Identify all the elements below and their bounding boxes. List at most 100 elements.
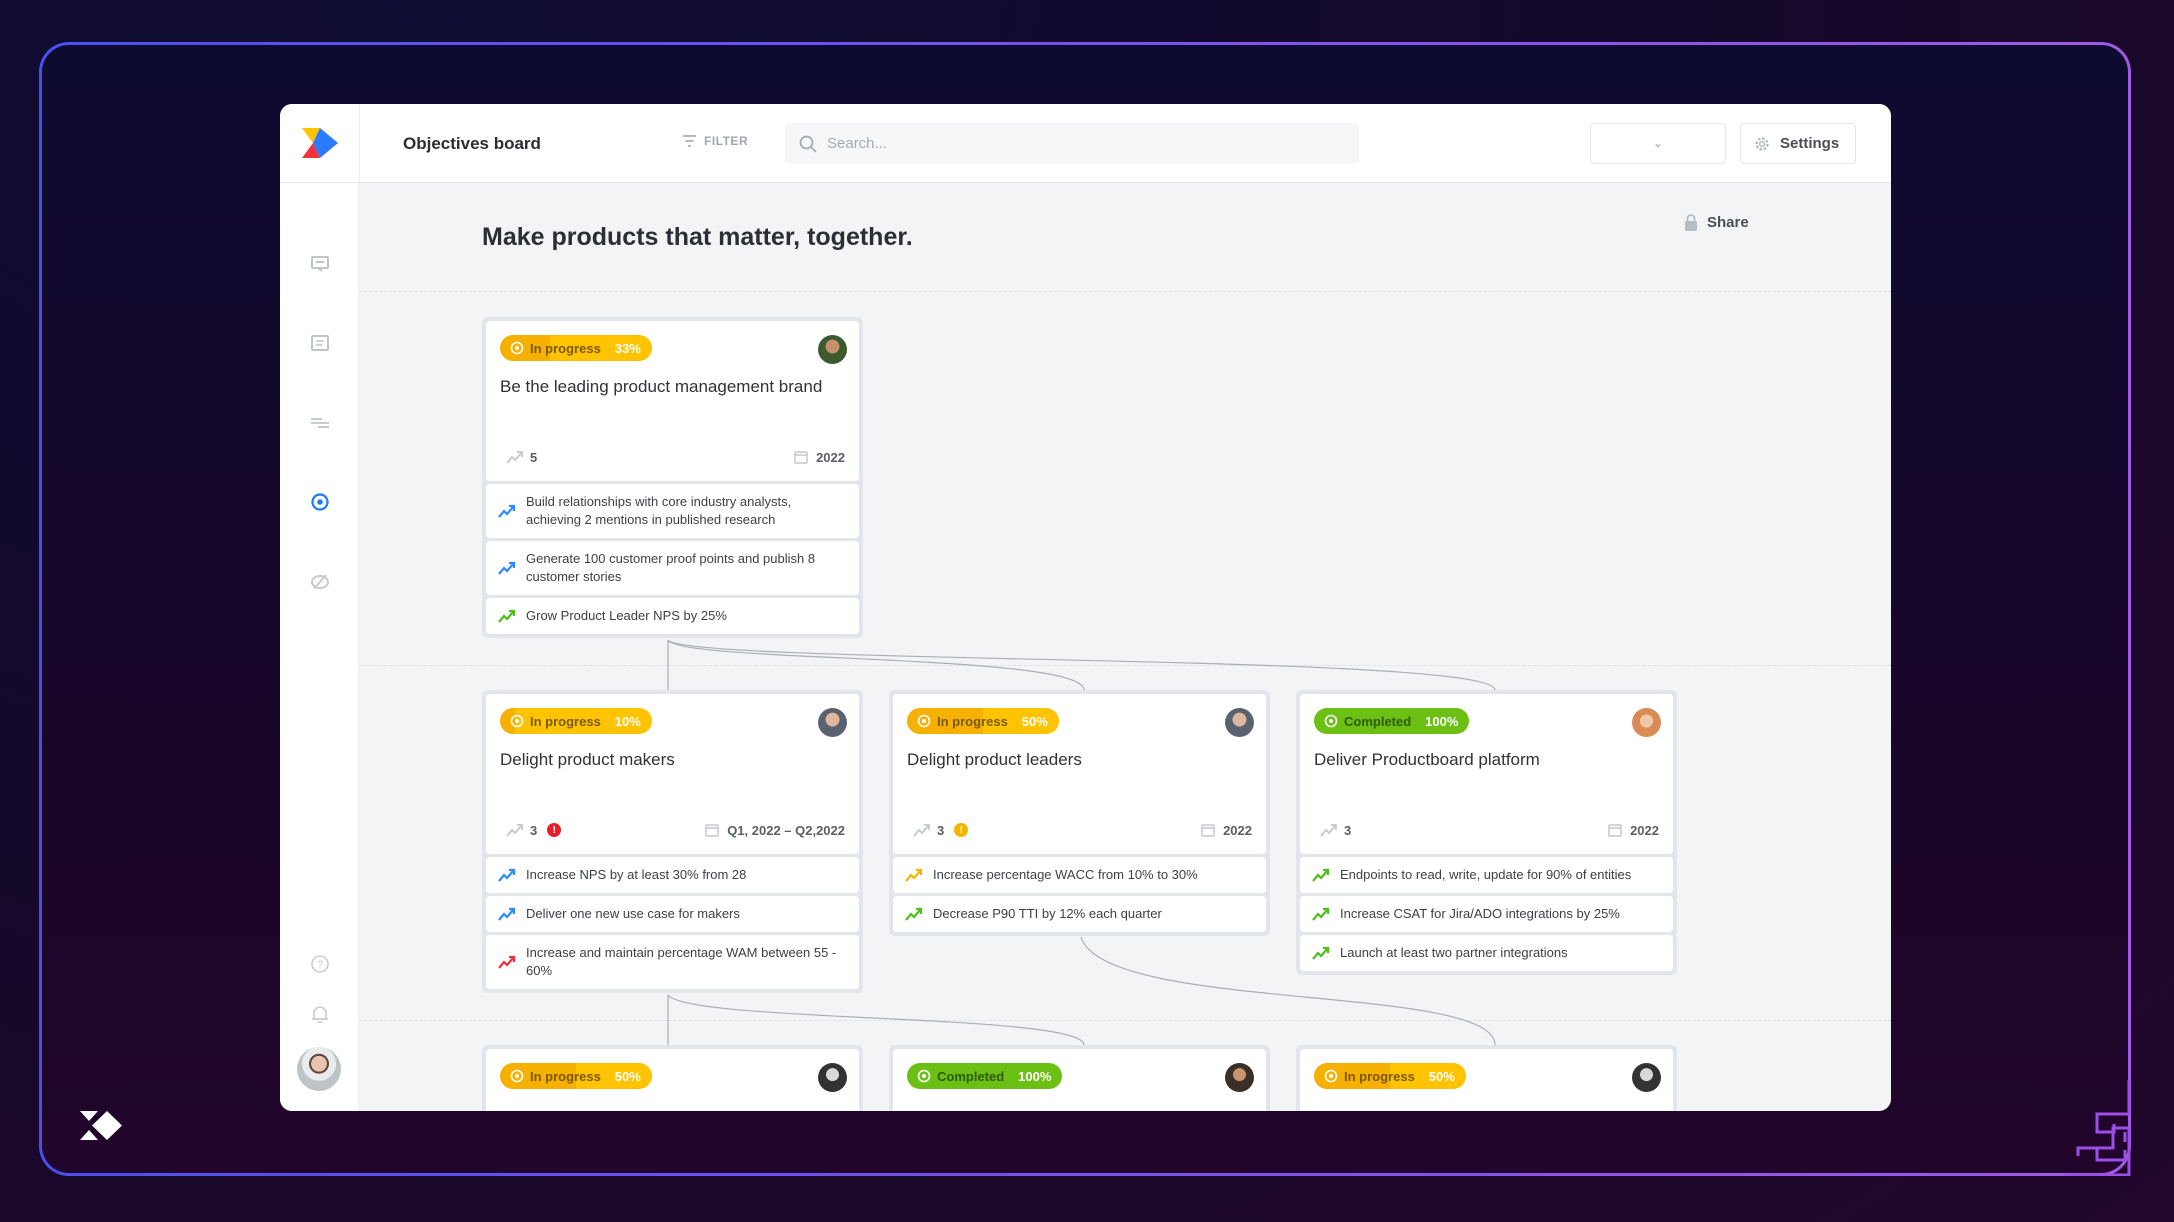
key-results-count[interactable]: 3 bbox=[1320, 823, 1351, 838]
status-badge[interactable]: In progress 33% bbox=[500, 335, 652, 361]
search-box[interactable] bbox=[785, 123, 1359, 164]
timeframe[interactable]: 2022 bbox=[1608, 823, 1659, 838]
key-result-text: Endpoints to read, write, update for 90%… bbox=[1340, 867, 1632, 882]
objective-card-main[interactable]: In progress 50% Delight product leaders … bbox=[893, 694, 1266, 854]
key-result-text: Build relationships with core industry a… bbox=[526, 494, 792, 527]
status-percent: 50% bbox=[614, 1068, 641, 1084]
owner-avatar[interactable] bbox=[1225, 1063, 1254, 1092]
key-results-count[interactable]: 3 ! bbox=[506, 822, 562, 838]
kr-count: 3 bbox=[530, 822, 538, 838]
settings-button[interactable]: Settings bbox=[1740, 123, 1856, 164]
status-badge[interactable]: In progress 50% bbox=[907, 708, 1059, 734]
objective-card-main[interactable]: In progress 33% Be the leading product m… bbox=[486, 321, 859, 481]
key-result-text: Increase percentage WACC from 10% to 30% bbox=[933, 867, 1198, 882]
status-badge[interactable]: Completed 100% bbox=[1314, 708, 1470, 734]
calendar-icon bbox=[1608, 824, 1622, 837]
page-title: Objectives board bbox=[403, 134, 541, 153]
kr-count: 3 bbox=[937, 822, 945, 838]
objective-card-main[interactable]: In progress 50% bbox=[486, 1049, 859, 1111]
objective-card-main[interactable]: Completed 100% Deliver Productboard plat… bbox=[1300, 694, 1673, 854]
objective-card: In progress 50% Delight product leaders … bbox=[889, 690, 1270, 936]
objective-card-main[interactable]: In progress 10% Delight product makers 3… bbox=[486, 694, 859, 854]
productboard-logo-icon[interactable] bbox=[300, 124, 340, 162]
insights-icon[interactable] bbox=[308, 252, 332, 276]
trend-up-icon bbox=[498, 955, 516, 969]
trend-up-icon bbox=[1320, 824, 1337, 837]
trend-up-icon bbox=[913, 824, 930, 837]
status-badge[interactable]: In progress 50% bbox=[500, 1063, 652, 1089]
owner-avatar[interactable] bbox=[818, 1063, 847, 1092]
status-label: In progress bbox=[530, 340, 601, 356]
calendar-icon bbox=[705, 824, 719, 837]
status-label: Completed bbox=[1344, 713, 1412, 729]
objectives-icon[interactable] bbox=[308, 490, 332, 514]
trend-up-icon bbox=[1312, 868, 1330, 882]
share-button-group: Share ⌄ bbox=[1590, 123, 1749, 231]
key-result-item[interactable]: Grow Product Leader NPS by 25% bbox=[486, 598, 859, 634]
key-result-text: Grow Product Leader NPS by 25% bbox=[526, 608, 727, 623]
bell-icon[interactable] bbox=[308, 1002, 332, 1026]
connector-line bbox=[667, 639, 1085, 691]
status-target-icon bbox=[917, 1069, 931, 1083]
roadmap-icon[interactable] bbox=[308, 411, 332, 435]
trend-up-icon bbox=[1312, 907, 1330, 921]
filter-button[interactable]: FILTER bbox=[682, 134, 748, 148]
timeframe-label: 2022 bbox=[816, 449, 845, 465]
objective-card: In progress 33% Be the leading product m… bbox=[482, 317, 863, 638]
timeframe[interactable]: Q1, 2022 – Q2,2022 bbox=[705, 823, 845, 838]
trend-up-icon bbox=[506, 824, 523, 837]
key-result-text: Increase NPS by at least 30% from 28 bbox=[526, 867, 747, 882]
share-dropdown-chevron-icon[interactable]: ⌄ bbox=[1591, 137, 1725, 150]
kr-count: 3 bbox=[1344, 822, 1352, 838]
trend-up-icon bbox=[905, 868, 923, 882]
trend-up-icon bbox=[905, 907, 923, 921]
key-result-item[interactable]: Endpoints to read, write, update for 90%… bbox=[1300, 857, 1673, 893]
portal-icon[interactable] bbox=[308, 570, 332, 594]
status-badge[interactable]: In progress 50% bbox=[1314, 1063, 1466, 1089]
trend-up-icon bbox=[1312, 946, 1330, 960]
owner-avatar[interactable] bbox=[818, 708, 847, 737]
key-result-item[interactable]: Generate 100 customer proof points and p… bbox=[486, 541, 859, 595]
key-results-count[interactable]: 5 bbox=[506, 450, 537, 465]
owner-avatar[interactable] bbox=[1225, 708, 1254, 737]
alert-badge[interactable]: ! bbox=[954, 823, 969, 837]
objective-card-main[interactable]: In progress 50% bbox=[1300, 1049, 1673, 1111]
key-result-item[interactable]: Increase percentage WACC from 10% to 30% bbox=[893, 857, 1266, 893]
objectives-canvas: Make products that matter, together. In … bbox=[359, 183, 1891, 1111]
help-icon[interactable]: ? bbox=[308, 952, 332, 976]
status-badge[interactable]: Completed 100% bbox=[907, 1063, 1063, 1089]
key-result-item[interactable]: Increase and maintain percentage WAM bet… bbox=[486, 935, 859, 989]
key-result-item[interactable]: Decrease P90 TTI by 12% each quarter bbox=[893, 896, 1266, 932]
status-percent: 10% bbox=[614, 713, 641, 729]
key-result-text: Deliver one new use case for makers bbox=[526, 906, 740, 921]
status-label: Completed bbox=[937, 1068, 1005, 1084]
trend-up-icon bbox=[498, 504, 516, 518]
status-target-icon bbox=[1324, 714, 1338, 728]
owner-avatar[interactable] bbox=[1632, 1063, 1661, 1092]
owner-avatar[interactable] bbox=[1632, 708, 1661, 737]
filter-label: FILTER bbox=[704, 134, 749, 148]
key-result-item[interactable]: Build relationships with core industry a… bbox=[486, 484, 859, 538]
owner-avatar[interactable] bbox=[818, 335, 847, 364]
status-target-icon bbox=[917, 714, 931, 728]
status-badge[interactable]: In progress 10% bbox=[500, 708, 652, 734]
key-result-item[interactable]: Increase CSAT for Jira/ADO integrations … bbox=[1300, 896, 1673, 932]
timeframe[interactable]: 2022 bbox=[794, 450, 845, 465]
objective-meta: 3 ! 2022 bbox=[907, 806, 1252, 854]
key-result-item[interactable]: Deliver one new use case for makers bbox=[486, 896, 859, 932]
status-label: In progress bbox=[530, 713, 601, 729]
key-result-item[interactable]: Launch at least two partner integrations bbox=[1300, 935, 1673, 971]
timeframe-label: Q1, 2022 – Q2,2022 bbox=[727, 822, 845, 838]
status-percent: 100% bbox=[1425, 713, 1459, 729]
user-avatar[interactable] bbox=[297, 1047, 341, 1091]
key-result-item[interactable]: Increase NPS by at least 30% from 28 bbox=[486, 857, 859, 893]
objective-card-main[interactable]: Completed 100% bbox=[893, 1049, 1266, 1111]
status-percent: 50% bbox=[1428, 1068, 1455, 1084]
notes-icon[interactable] bbox=[308, 331, 332, 355]
search-input[interactable] bbox=[827, 135, 1327, 152]
timeframe[interactable]: 2022 bbox=[1201, 823, 1252, 838]
app-window: Objectives board FILTER Share ⌄ Settings… bbox=[280, 104, 1891, 1111]
key-results-count[interactable]: 3 ! bbox=[913, 822, 969, 838]
status-label: In progress bbox=[937, 713, 1008, 729]
alert-badge[interactable]: ! bbox=[547, 823, 562, 837]
